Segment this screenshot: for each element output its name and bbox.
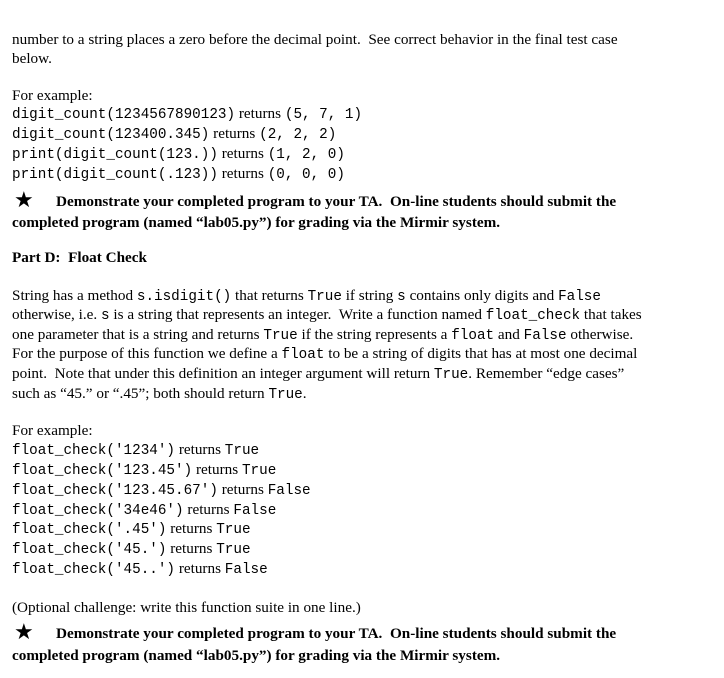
- inline-code: False: [523, 328, 567, 344]
- example-word: returns: [175, 560, 225, 577]
- demo-instruction-line-2: completed program (named “lab05.py”) for…: [12, 214, 501, 231]
- text-run: and: [494, 326, 524, 343]
- inline-code: True: [433, 367, 469, 383]
- text-run: if the string represents a: [297, 326, 452, 343]
- example-result: True: [224, 443, 260, 459]
- example-word: returns: [192, 461, 242, 478]
- digit-example: print(digit_count(.123)) returns (0, 0, …: [12, 164, 345, 185]
- example-result: False: [224, 562, 268, 578]
- description-line: For the purpose of this function we defi…: [12, 344, 637, 365]
- example-word: returns: [175, 441, 225, 458]
- description-line: point. Note that under this definition a…: [12, 364, 624, 385]
- float-example: float_check('.45') returns True: [12, 519, 251, 540]
- text-run: that returns: [231, 287, 308, 304]
- inline-code: False: [558, 289, 601, 305]
- text-run: that takes: [580, 306, 642, 323]
- float-example: float_check('34e46') returns False: [12, 500, 276, 521]
- example-result: True: [241, 463, 277, 479]
- star-icon: ★: [14, 619, 34, 644]
- description-line: otherwise, i.e. s is a string that repre…: [12, 305, 642, 326]
- example-code: print(digit_count(123.)): [12, 147, 218, 163]
- inline-code: s: [101, 308, 110, 324]
- example-word: returns: [217, 165, 268, 182]
- example-code: float_check('.45'): [12, 522, 167, 538]
- example-code: float_check('1234'): [12, 443, 176, 459]
- text-run: such as “45.” or “.45”; both should retu…: [12, 385, 269, 402]
- example-result: True: [216, 522, 251, 538]
- float-example: float_check('45..') returns False: [12, 559, 268, 580]
- example-code: float_check('45.'): [12, 542, 167, 558]
- demo-instruction-line-1: Demonstrate your completed program to yo…: [56, 625, 617, 642]
- float-example: float_check('123.45') returns True: [12, 460, 276, 481]
- float-example: float_check('1234') returns True: [12, 440, 259, 461]
- inline-code: True: [263, 328, 298, 344]
- text-run: contains only digits and: [405, 287, 559, 304]
- text-run: if string: [341, 287, 398, 304]
- example-word: returns: [183, 501, 234, 518]
- float-example: float_check('45.') returns True: [12, 539, 251, 560]
- example-result: (0, 0, 0): [267, 167, 345, 183]
- example-result: (2, 2, 2): [259, 127, 337, 143]
- description-line: String has a method s.isdigit() that ret…: [12, 286, 601, 307]
- example-code: float_check('123.45'): [12, 463, 193, 479]
- inline-code: s: [397, 289, 406, 305]
- intro-line-1: number to a string places a zero before …: [12, 31, 618, 48]
- example-result: False: [233, 503, 277, 519]
- inline-code: s.isdigit(): [136, 289, 232, 305]
- example-word: returns: [209, 125, 260, 142]
- example-code: digit_count(1234567890123): [12, 107, 236, 123]
- example-result: False: [267, 483, 311, 499]
- float-example: float_check('123.45.67') returns False: [12, 480, 311, 501]
- text-run: .: [302, 385, 307, 402]
- star-icon: ★: [14, 187, 34, 212]
- example-word: returns: [235, 105, 285, 122]
- example-code: digit_count(123400.345): [12, 127, 210, 143]
- text-run: otherwise, i.e.: [12, 306, 101, 323]
- text-run: to be a string of digits that has at mos…: [324, 345, 638, 362]
- description-line: one parameter that is a string and retur…: [12, 325, 633, 346]
- digit-example: digit_count(123400.345) returns (2, 2, 2…: [12, 124, 336, 145]
- section-heading: Part D: Float Check: [12, 249, 147, 266]
- example-word: returns: [166, 520, 217, 537]
- inline-code: float: [281, 347, 325, 363]
- example-word: returns: [217, 481, 268, 498]
- example-code: float_check('123.45.67'): [12, 483, 218, 499]
- description-line: such as “45.” or “.45”; both should retu…: [12, 384, 307, 405]
- example-result: (5, 7, 1): [284, 107, 363, 123]
- example-code: float_check('45..'): [12, 562, 176, 578]
- digit-example: digit_count(1234567890123) returns (5, 7…: [12, 104, 362, 125]
- example-word: returns: [217, 145, 268, 162]
- text-run: String has a method: [12, 287, 137, 304]
- text-run: is a string that represents an integer. …: [109, 306, 486, 323]
- inline-code: True: [307, 289, 342, 305]
- inline-code: float_check: [485, 308, 581, 324]
- inline-code: float: [451, 328, 495, 344]
- intro-line-2: below.: [12, 50, 52, 67]
- text-run: one parameter that is a string and retur…: [12, 326, 264, 343]
- digit-examples-label: For example:: [12, 87, 93, 104]
- example-result: True: [216, 542, 251, 558]
- digit-example: print(digit_count(123.)) returns (1, 2, …: [12, 144, 345, 165]
- text-run: otherwise.: [566, 326, 634, 343]
- example-word: returns: [166, 540, 217, 557]
- text-run: . Remember “edge cases”: [468, 365, 625, 382]
- optional-challenge: (Optional challenge: write this function…: [12, 599, 361, 616]
- text-run: For the purpose of this function we defi…: [12, 345, 282, 362]
- demo-instruction-line-1: Demonstrate your completed program to yo…: [56, 193, 617, 210]
- text-run: point. Note that under this definition a…: [12, 365, 434, 382]
- example-code: float_check('34e46'): [12, 503, 184, 519]
- example-code: print(digit_count(.123)): [12, 167, 218, 183]
- example-result: (1, 2, 0): [267, 147, 345, 163]
- inline-code: True: [268, 387, 303, 403]
- float-examples-label: For example:: [12, 422, 93, 439]
- demo-instruction-line-2: completed program (named “lab05.py”) for…: [12, 647, 501, 664]
